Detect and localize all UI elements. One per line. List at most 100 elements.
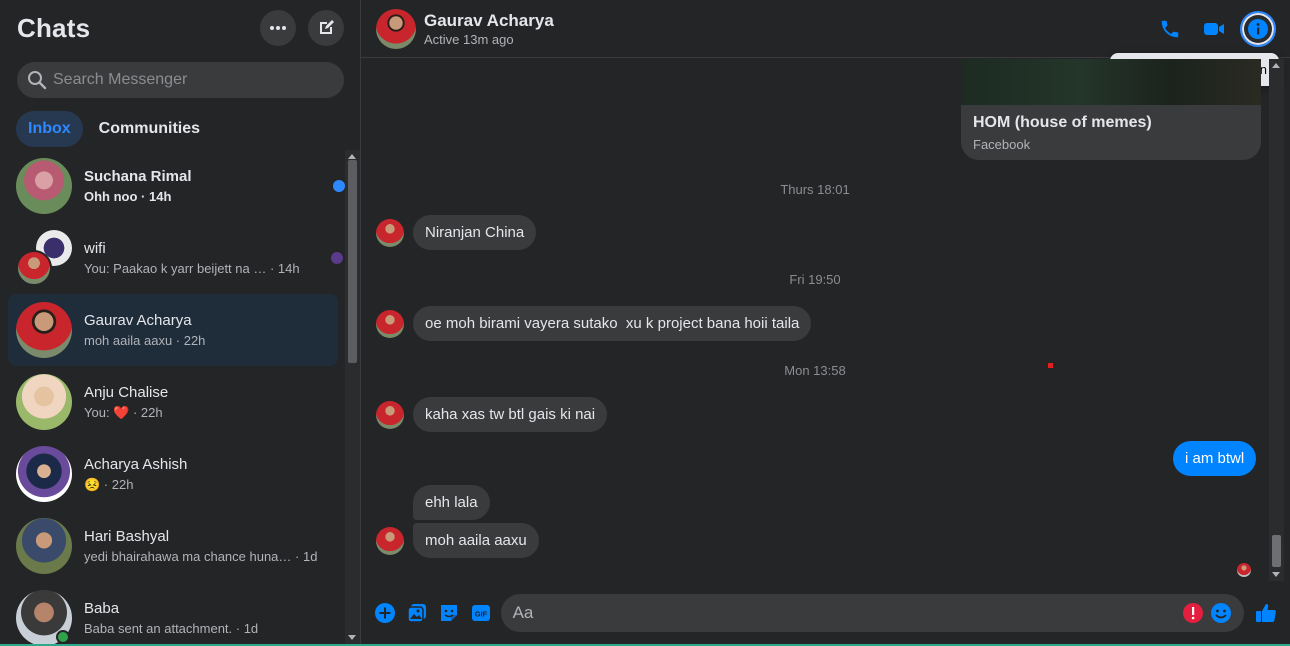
scroll-up-arrow[interactable] [348,154,356,159]
online-indicator [56,630,70,644]
search-input[interactable]: Search Messenger [17,62,344,98]
chat-name: Acharya Ashish [84,455,188,473]
active-status: Active 13m ago [424,31,514,47]
timestamp-divider: Mon 13:58 [784,363,846,378]
contact-avatar[interactable] [376,8,416,49]
photo-icon [407,604,426,623]
message-bubble[interactable]: oe moh birami vayera sutako xu k project… [413,306,812,341]
seen-avatar [329,250,345,266]
chat-item-hari-bashyal[interactable]: Hari Bashyal yedi bhairahawa ma chance h… [8,510,345,582]
plus-circle-icon [374,603,395,623]
chat-tabs: Inbox Communities [0,98,360,152]
link-preview-image [961,59,1261,105]
group-avatar [16,230,72,286]
sticker-button[interactable] [433,597,465,629]
chat-item-suchana-rimal[interactable]: Suchana Rimal Ohh noo · 14h [8,150,345,222]
audio-call-button[interactable] [1152,11,1188,47]
timestamp-divider: Fri 19:50 [789,272,841,287]
avatar [16,518,72,574]
chat-preview: moh aaila aaxu · 22h [84,333,206,348]
link-source: Facebook [973,137,1031,152]
sidebar-title: Chats [17,12,91,43]
outgoing-message-bubble[interactable]: i am btwl [1173,441,1257,476]
scroll-up-arrow[interactable] [1272,63,1280,68]
chat-item-gaurav-acharya[interactable]: Gaurav Acharya moh aaila aaxu · 22h [8,294,338,366]
warning-icon[interactable] [1182,602,1204,624]
scrollbar-thumb[interactable] [348,160,357,363]
chat-item-anju-chalise[interactable]: Anju Chalise You: ❤️ · 22h [8,366,345,438]
conversation-header: Gaurav Acharya Active 13m ago [361,0,1290,58]
avatar [16,446,72,502]
scrollbar-thumb[interactable] [1272,535,1281,567]
contact-name[interactable]: Gaurav Acharya [424,11,1144,31]
compose-icon [320,20,334,34]
message-row-outgoing: i am btwl [1173,441,1257,476]
chat-item-baba[interactable]: Baba Baba sent an attachment. · 1d [8,582,345,646]
chat-name: Hari Bashyal [84,528,170,545]
chat-name: Anju Chalise [84,383,169,401]
video-call-button[interactable] [1196,11,1232,47]
avatar [16,158,72,214]
like-button[interactable] [1250,597,1282,629]
sidebar-header: Chats [0,0,360,56]
message-bubble[interactable]: kaha xas tw btl gais ki nai [413,397,608,432]
search-icon [28,71,47,90]
gif-icon: GIF [471,605,490,621]
sender-avatar [376,309,404,338]
options-button[interactable] [260,10,296,46]
chat-name: wifi [84,240,106,257]
chat-sidebar: Chats Search Messenger Inbox Communities… [0,0,361,646]
phone-icon [1161,20,1179,37]
info-icon [1248,18,1268,39]
tab-inbox[interactable]: Inbox [16,111,83,147]
message-row: ehh lala [413,485,490,520]
message-placeholder: Aa [512,603,534,622]
conversation-scrollbar[interactable] [1269,59,1284,581]
message-bubble[interactable]: ehh lala [413,485,490,520]
chat-preview: You: ❤️ · 22h [84,404,163,420]
chat-preview: You: Paakao k yarr beijett na … · 14h [84,261,300,276]
new-message-button[interactable] [308,10,344,46]
timestamp-divider: Thurs 18:01 [780,182,850,197]
message-row: moh aaila aaxu [376,523,539,558]
attach-media-button[interactable] [401,597,433,629]
scroll-down-arrow[interactable] [1272,572,1280,577]
avatar [16,590,72,646]
unread-indicator [333,180,345,192]
message-bubble[interactable]: Niranjan China [413,215,537,250]
message-bubble[interactable]: moh aaila aaxu [413,523,539,558]
message-input[interactable]: Aa [500,594,1245,632]
sender-avatar [376,526,404,555]
sender-avatar [376,218,404,247]
chat-preview: yedi bhairahawa ma chance huna… · 1d [84,549,318,564]
message-composer: GIF Aa [361,582,1290,644]
tab-communities[interactable]: Communities [87,111,212,147]
persevering-face-icon: 😣 [84,476,101,492]
read-receipt-avatar [1237,563,1251,577]
sender-avatar [376,400,404,429]
more-actions-button[interactable] [369,597,401,629]
chat-name: Suchana Rimal [84,168,192,185]
message-row: Niranjan China [376,215,537,250]
chat-preview: 😣 · 22h [84,476,134,492]
gif-button[interactable]: GIF [465,597,497,629]
sidebar-scrollbar[interactable] [345,150,360,644]
emoji-icon[interactable] [1210,602,1232,624]
scroll-down-arrow[interactable] [348,635,356,640]
chat-preview: Ohh noo · 14h [84,189,172,204]
messenger-app: Chats Search Messenger Inbox Communities… [0,0,1290,646]
chat-name: Gaurav Acharya [84,312,192,329]
conversation-panel: Gaurav Acharya Active 13m ago Conversati… [361,0,1290,646]
search-placeholder: Search Messenger [53,71,188,88]
message-row: oe moh birami vayera sutako xu k project… [376,306,812,341]
conversation-info-button[interactable] [1240,10,1276,47]
chat-list: Suchana Rimal Ohh noo · 14h wifi You: Pa… [0,150,345,646]
chat-item-wifi[interactable]: wifi You: Paakao k yarr beijett na … · 1… [8,222,345,294]
heart-icon: ❤️ [113,404,130,420]
shared-link-card[interactable]: HOM (house of memes) Facebook [961,59,1261,160]
chat-item-acharya-ashish[interactable]: Acharya Ashish 😣 · 22h [8,438,345,510]
red-marker [1048,363,1053,368]
chat-preview: Baba sent an attachment. · 1d [84,621,259,636]
link-title: HOM (house of memes) [973,114,1152,131]
message-row: kaha xas tw btl gais ki nai [376,397,608,432]
